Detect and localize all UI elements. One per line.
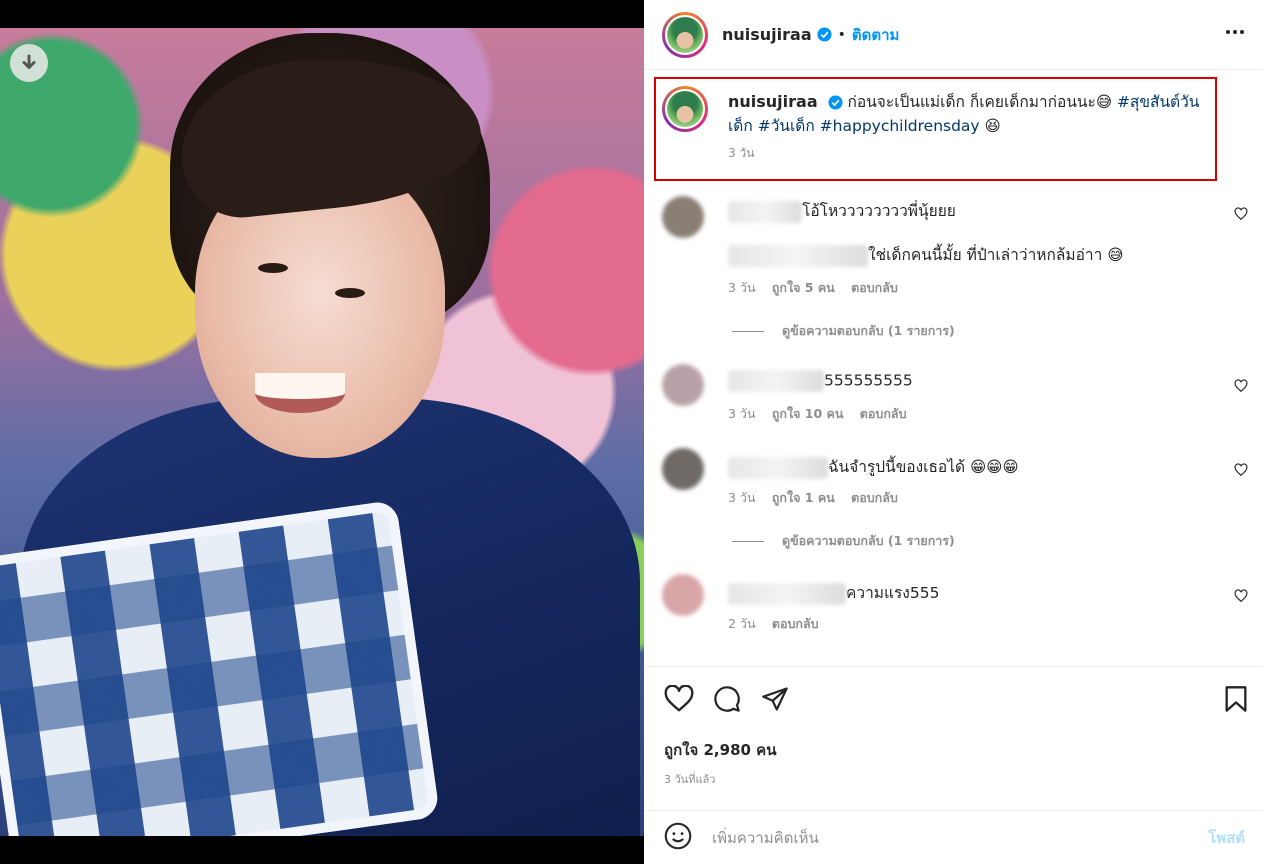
- comment-meta: 2 วัน ตอบกลับ: [728, 614, 831, 634]
- photo-eye-left: [258, 263, 288, 273]
- commenter-avatar[interactable]: [662, 574, 704, 616]
- comment-text: โอ้โหววววววววพี่นุ้ยยย: [802, 202, 956, 220]
- commenter-name-blurred[interactable]: [728, 582, 846, 605]
- reply-button[interactable]: ตอบกลับ: [851, 280, 898, 295]
- comment-text: ความแรง555: [846, 584, 940, 602]
- author-username[interactable]: nuisujiraa: [722, 25, 812, 44]
- separator-dot: •: [837, 26, 846, 43]
- hashtag-link[interactable]: #happychildrensday: [820, 117, 980, 135]
- photo-pillow: [0, 499, 441, 836]
- comment-meta: 3 วัน ถูกใจ 5 คน ตอบกลับ: [728, 278, 910, 298]
- commenter-name-blurred[interactable]: [728, 370, 824, 392]
- like-comment-heart-icon[interactable]: [1234, 588, 1248, 607]
- post-timestamp[interactable]: 3 วันที่แล้ว: [664, 770, 715, 788]
- post-caption: nuisujiraa ก่อนจะเป็นแม่เด็ก ก็เคยเด็กมา…: [662, 86, 1222, 163]
- action-bar: [664, 684, 790, 717]
- comment-time[interactable]: 3 วัน: [728, 406, 756, 421]
- verified-badge-icon: [828, 95, 843, 110]
- caption-text: ก่อนจะเป็นแม่เด็ก ก็เคยเด็กมาก่อนนะ😅: [847, 93, 1112, 111]
- photo-eye-right: [335, 288, 365, 298]
- verified-badge-icon: [817, 27, 832, 42]
- commenter-name-blurred[interactable]: [728, 456, 828, 479]
- comment-line: ความแรง555: [728, 580, 939, 605]
- comment-likes[interactable]: ถูกใจ 1 คน: [772, 490, 835, 505]
- replies-line: [732, 540, 764, 542]
- follow-button[interactable]: ติดตาม: [852, 23, 900, 47]
- comment-line: โอ้โหววววววววพี่นุ้ยยย: [728, 198, 956, 223]
- view-replies-button[interactable]: ดูข้อความตอบกลับ (1 รายการ): [732, 531, 955, 551]
- post-header: nuisujiraa • ติดตาม: [644, 0, 1263, 70]
- hashtag-link[interactable]: #วันเด็ก: [758, 117, 815, 135]
- view-replies-label: ดูข้อความตอบกลับ (1 รายการ): [782, 323, 955, 338]
- add-comment-bar: เพิ่มความคิดเห็น โพสต์: [644, 810, 1263, 864]
- caption-emoji: 😆: [984, 117, 1001, 135]
- post-comment-button[interactable]: โพสต์: [1208, 826, 1245, 850]
- view-replies-button[interactable]: ดูข้อความตอบกลับ (1 รายการ): [732, 321, 955, 341]
- comment-line: ฉันจำรูปนี้ของเธอได้ 😁😁😁: [728, 454, 1019, 479]
- commenter-avatar[interactable]: [662, 364, 704, 406]
- comment-text: ฉันจำรูปนี้ของเธอได้ 😁😁😁: [828, 458, 1019, 476]
- share-paper-plane-icon[interactable]: [760, 685, 790, 717]
- post-actions-section: ถูกใจ 2,980 คน 3 วันที่แล้ว: [644, 666, 1263, 786]
- post-detail-panel: nuisujiraa • ติดตาม nuisujiraa ก่อนจะเป็…: [644, 0, 1263, 864]
- caption-timestamp[interactable]: 3 วัน: [728, 144, 1222, 163]
- comment-line: 555555555: [728, 370, 913, 392]
- author-avatar[interactable]: [662, 11, 708, 58]
- comment-likes[interactable]: ถูกใจ 10 คน: [772, 406, 844, 421]
- photo-smile: [255, 373, 345, 413]
- reply-button[interactable]: ตอบกลับ: [851, 490, 898, 505]
- mention-name-blurred[interactable]: [728, 244, 868, 267]
- save-bookmark-icon[interactable]: [1223, 685, 1249, 717]
- comment-text: ใช่เด็กคนนี้มั้ย ที่ป๋าเล่าว่าหกล้มอ่าา …: [868, 246, 1124, 264]
- comment-time[interactable]: 3 วัน: [728, 490, 756, 505]
- view-replies-label: ดูข้อความตอบกลับ (1 รายการ): [782, 533, 955, 548]
- like-heart-icon[interactable]: [664, 684, 694, 717]
- emoji-picker-icon[interactable]: [664, 822, 692, 854]
- download-arrow-icon: [22, 54, 36, 69]
- post-photo[interactable]: [0, 28, 644, 836]
- comment-meta: 3 วัน ถูกใจ 10 คน ตอบกลับ: [728, 404, 919, 424]
- comment-bubble-icon[interactable]: [712, 685, 742, 717]
- likes-count[interactable]: ถูกใจ 2,980 คน: [664, 738, 776, 762]
- like-comment-heart-icon[interactable]: [1234, 462, 1248, 481]
- comment-input[interactable]: เพิ่มความคิดเห็น: [712, 826, 1208, 850]
- replies-line: [732, 330, 764, 332]
- like-comment-heart-icon[interactable]: [1234, 206, 1248, 225]
- reply-button[interactable]: ตอบกลับ: [860, 406, 907, 421]
- comment-time[interactable]: 2 วัน: [728, 616, 756, 631]
- comment-text: 555555555: [824, 371, 913, 390]
- caption-username[interactable]: nuisujiraa: [728, 92, 818, 111]
- comment-line: ใช่เด็กคนนี้มั้ย ที่ป๋าเล่าว่าหกล้มอ่าา …: [728, 242, 1123, 267]
- post-media-pane: [0, 0, 644, 864]
- commenter-avatar[interactable]: [662, 448, 704, 490]
- reply-button[interactable]: ตอบกลับ: [772, 616, 819, 631]
- commenter-name-blurred[interactable]: [728, 200, 802, 223]
- caption-author-avatar[interactable]: [662, 86, 708, 132]
- commenter-avatar[interactable]: [662, 196, 704, 238]
- like-comment-heart-icon[interactable]: [1234, 378, 1248, 397]
- comment-time[interactable]: 3 วัน: [728, 280, 756, 295]
- more-options-icon[interactable]: [1225, 22, 1245, 46]
- comment-meta: 3 วัน ถูกใจ 1 คน ตอบกลับ: [728, 488, 910, 508]
- download-button[interactable]: [10, 44, 48, 82]
- comment-likes[interactable]: ถูกใจ 5 คน: [772, 280, 835, 295]
